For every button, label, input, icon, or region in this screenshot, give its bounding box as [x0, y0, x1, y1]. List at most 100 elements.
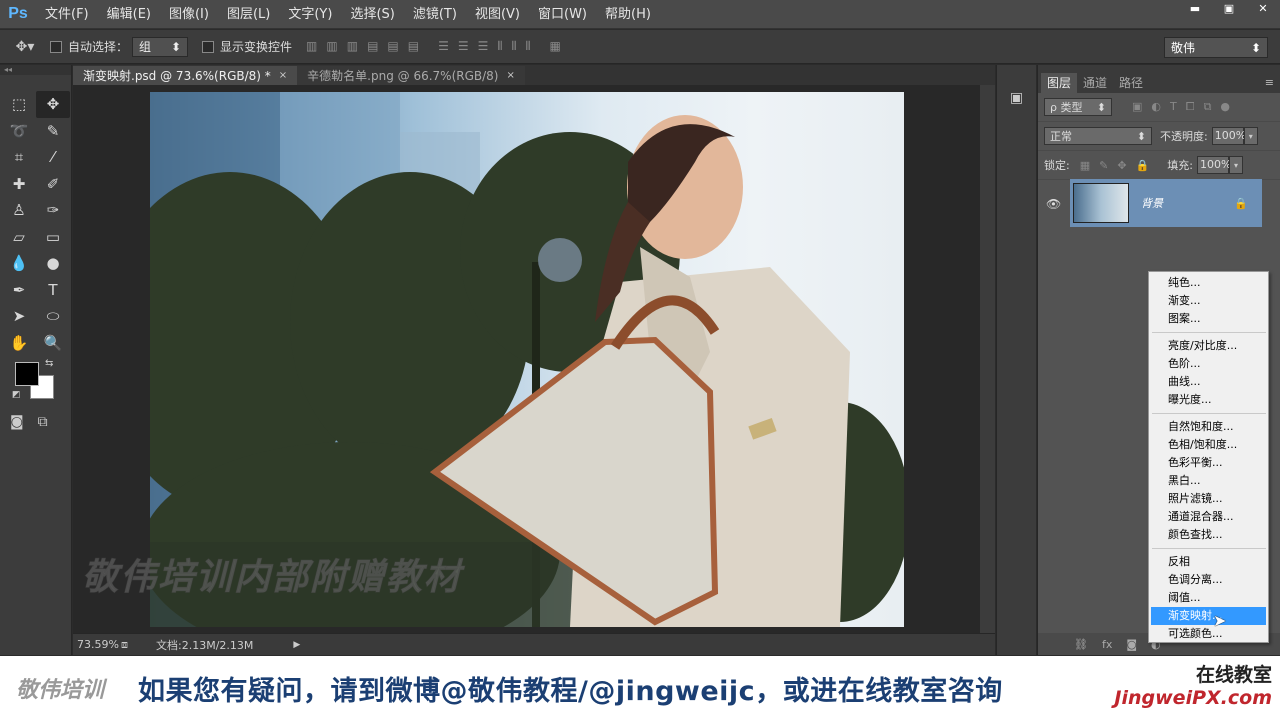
foreground-color-swatch[interactable] — [15, 362, 39, 386]
menu-item-black-white[interactable]: 黑白... — [1149, 472, 1268, 490]
menu-select[interactable]: 选择(S) — [341, 0, 403, 29]
menu-item-posterize[interactable]: 色调分离... — [1149, 571, 1268, 589]
blur-icon[interactable]: 💧 — [2, 250, 36, 277]
menu-window[interactable]: 窗口(W) — [529, 0, 596, 29]
distribute-hcenter-icon[interactable]: ⫴ — [511, 39, 516, 54]
zoom-icon[interactable]: 🔍 — [36, 330, 70, 357]
quick-mask-icon[interactable]: ◙ — [10, 414, 24, 430]
opacity-dropdown-icon[interactable]: ▾ — [1243, 127, 1258, 145]
align-right-icon[interactable]: ▤ — [408, 39, 419, 54]
filter-type-icon[interactable]: T — [1170, 100, 1177, 114]
status-menu-arrow-icon[interactable]: ▶ — [293, 640, 300, 650]
lock-image-icon[interactable]: ✎ — [1099, 159, 1108, 172]
lock-all-icon[interactable]: 🔒 — [1136, 159, 1150, 172]
menu-item-channel-mixer[interactable]: 通道混合器... — [1149, 508, 1268, 526]
vertical-scrollbar[interactable] — [980, 85, 995, 633]
close-button[interactable]: ✕ — [1246, 0, 1280, 16]
brush-icon[interactable]: ✐ — [36, 171, 70, 198]
auto-select-checkbox[interactable] — [50, 40, 62, 53]
path-select-icon[interactable]: ➤ — [2, 303, 36, 330]
fx-icon[interactable]: fx — [1102, 638, 1112, 651]
lock-transparent-icon[interactable]: ▦ — [1080, 159, 1090, 172]
screen-mode-icon[interactable]: ⧉ — [38, 414, 48, 430]
distribute-right-icon[interactable]: ⫴ — [525, 39, 530, 54]
menu-file[interactable]: 文件(F) — [36, 0, 98, 29]
fill-field[interactable]: 100% — [1196, 156, 1231, 174]
toolbar-collapse-icon[interactable]: ◂◂ — [0, 65, 71, 75]
document-image[interactable] — [150, 92, 904, 627]
maximize-button[interactable]: ▣ — [1212, 0, 1246, 16]
tab-schindler-png[interactable]: 辛德勒名单.png @ 66.7%(RGB/8) × — [297, 66, 525, 85]
marquee-icon[interactable]: ⬚ — [2, 91, 36, 118]
filter-pixel-icon[interactable]: ▣ — [1132, 100, 1142, 114]
align-bottom-icon[interactable]: ▥ — [347, 39, 358, 54]
eraser-icon[interactable]: ▱ — [2, 224, 36, 251]
align-left-icon[interactable]: ▤ — [367, 39, 378, 54]
banner-site-url[interactable]: JingweiPX.com — [1114, 687, 1272, 709]
menu-item-curves[interactable]: 曲线... — [1149, 373, 1268, 391]
tab-layers[interactable]: 图层 — [1041, 73, 1078, 93]
blend-mode-dropdown[interactable]: 正常 ⬍ — [1044, 127, 1152, 145]
menu-item-brightness-contrast[interactable]: 亮度/对比度... — [1149, 337, 1268, 355]
menu-item-selective-color[interactable]: 可选颜色... — [1149, 625, 1268, 643]
opacity-field[interactable]: 100% — [1211, 127, 1246, 145]
auto-align-icon[interactable]: ▦ — [550, 39, 561, 54]
menu-item-vibrance[interactable]: 自然饱和度... — [1149, 418, 1268, 436]
align-vcenter-icon[interactable]: ▥ — [326, 39, 337, 54]
status-preview-icon[interactable]: ⧈ — [121, 638, 128, 652]
menu-item-hue-saturation[interactable]: 色相/饱和度... — [1149, 436, 1268, 454]
quick-select-icon[interactable]: ✎ — [36, 118, 70, 145]
fill-dropdown-icon[interactable]: ▾ — [1228, 156, 1243, 174]
filter-type-dropdown[interactable]: ρ 类型 ⬍ — [1044, 98, 1112, 116]
menu-help[interactable]: 帮助(H) — [596, 0, 660, 29]
link-icon[interactable]: ⛓ — [1074, 638, 1088, 651]
menu-item-color-lookup[interactable]: 颜色查找... — [1149, 526, 1268, 544]
menu-edit[interactable]: 编辑(E) — [98, 0, 160, 29]
dodge-icon[interactable]: ● — [36, 250, 70, 277]
swap-colors-icon[interactable]: ⇆ — [45, 358, 53, 369]
panel-menu-icon[interactable]: ≡ — [1265, 73, 1274, 93]
menu-item-color-balance[interactable]: 色彩平衡... — [1149, 454, 1268, 472]
clone-stamp-icon[interactable]: ♙ — [2, 197, 36, 224]
hand-icon[interactable]: ✋ — [2, 330, 36, 357]
default-colors-icon[interactable]: ◩ — [12, 390, 21, 400]
menu-item-solid-color[interactable]: 纯色... — [1149, 274, 1268, 292]
workspace-dropdown[interactable]: 敬伟 ⬍ — [1164, 37, 1268, 58]
menu-item-threshold[interactable]: 阈值... — [1149, 589, 1268, 607]
gradient-icon[interactable]: ▭ — [36, 224, 70, 251]
menu-item-levels[interactable]: 色阶... — [1149, 355, 1268, 373]
tab-close-icon[interactable]: × — [279, 70, 287, 81]
lock-position-icon[interactable]: ✥ — [1117, 159, 1126, 172]
menu-item-pattern[interactable]: 图案... — [1149, 310, 1268, 328]
menu-filter[interactable]: 滤镜(T) — [404, 0, 466, 29]
eyedropper-icon[interactable]: ⁄ — [36, 144, 70, 171]
menu-layer[interactable]: 图层(L) — [218, 0, 279, 29]
tab-channels[interactable]: 通道 — [1077, 73, 1113, 93]
distribute-left-icon[interactable]: ⫴ — [497, 39, 502, 54]
zoom-level[interactable]: 73.59% — [73, 638, 121, 651]
minimize-button[interactable]: ▬ — [1178, 0, 1212, 16]
menu-item-gradient[interactable]: 渐变... — [1149, 292, 1268, 310]
menu-item-exposure[interactable]: 曝光度... — [1149, 391, 1268, 409]
align-hcenter-icon[interactable]: ▤ — [387, 39, 398, 54]
filter-shape-icon[interactable]: ⧠ — [1186, 100, 1195, 114]
healing-brush-icon[interactable]: ✚ — [2, 171, 36, 198]
menu-type[interactable]: 文字(Y) — [279, 0, 341, 29]
distribute-bottom-icon[interactable]: ☰ — [478, 39, 489, 54]
tab-close-icon[interactable]: × — [507, 70, 515, 81]
layer-row-background[interactable]: 背景 🔒 — [1070, 179, 1262, 227]
type-icon[interactable]: T — [36, 277, 70, 304]
filter-toggle-icon[interactable]: ● — [1220, 100, 1230, 114]
tab-gradient-map-psd[interactable]: 渐变映射.psd @ 73.6%(RGB/8) * × — [73, 66, 298, 85]
show-transform-checkbox[interactable] — [202, 40, 215, 53]
move-tool-icon[interactable]: ✥ — [36, 91, 70, 118]
auto-select-dropdown[interactable]: 组 ⬍ — [132, 36, 189, 57]
distribute-vcenter-icon[interactable]: ☰ — [458, 39, 469, 54]
tab-paths[interactable]: 路径 — [1113, 73, 1149, 93]
menu-item-invert[interactable]: 反相 — [1149, 553, 1268, 571]
filter-adjustment-icon[interactable]: ◐ — [1151, 100, 1161, 114]
menu-item-gradient-map[interactable]: 渐变映射... — [1151, 607, 1266, 625]
menu-view[interactable]: 视图(V) — [466, 0, 529, 29]
pen-icon[interactable]: ✒ — [2, 277, 36, 304]
mask-icon[interactable]: ◙ — [1126, 638, 1137, 651]
